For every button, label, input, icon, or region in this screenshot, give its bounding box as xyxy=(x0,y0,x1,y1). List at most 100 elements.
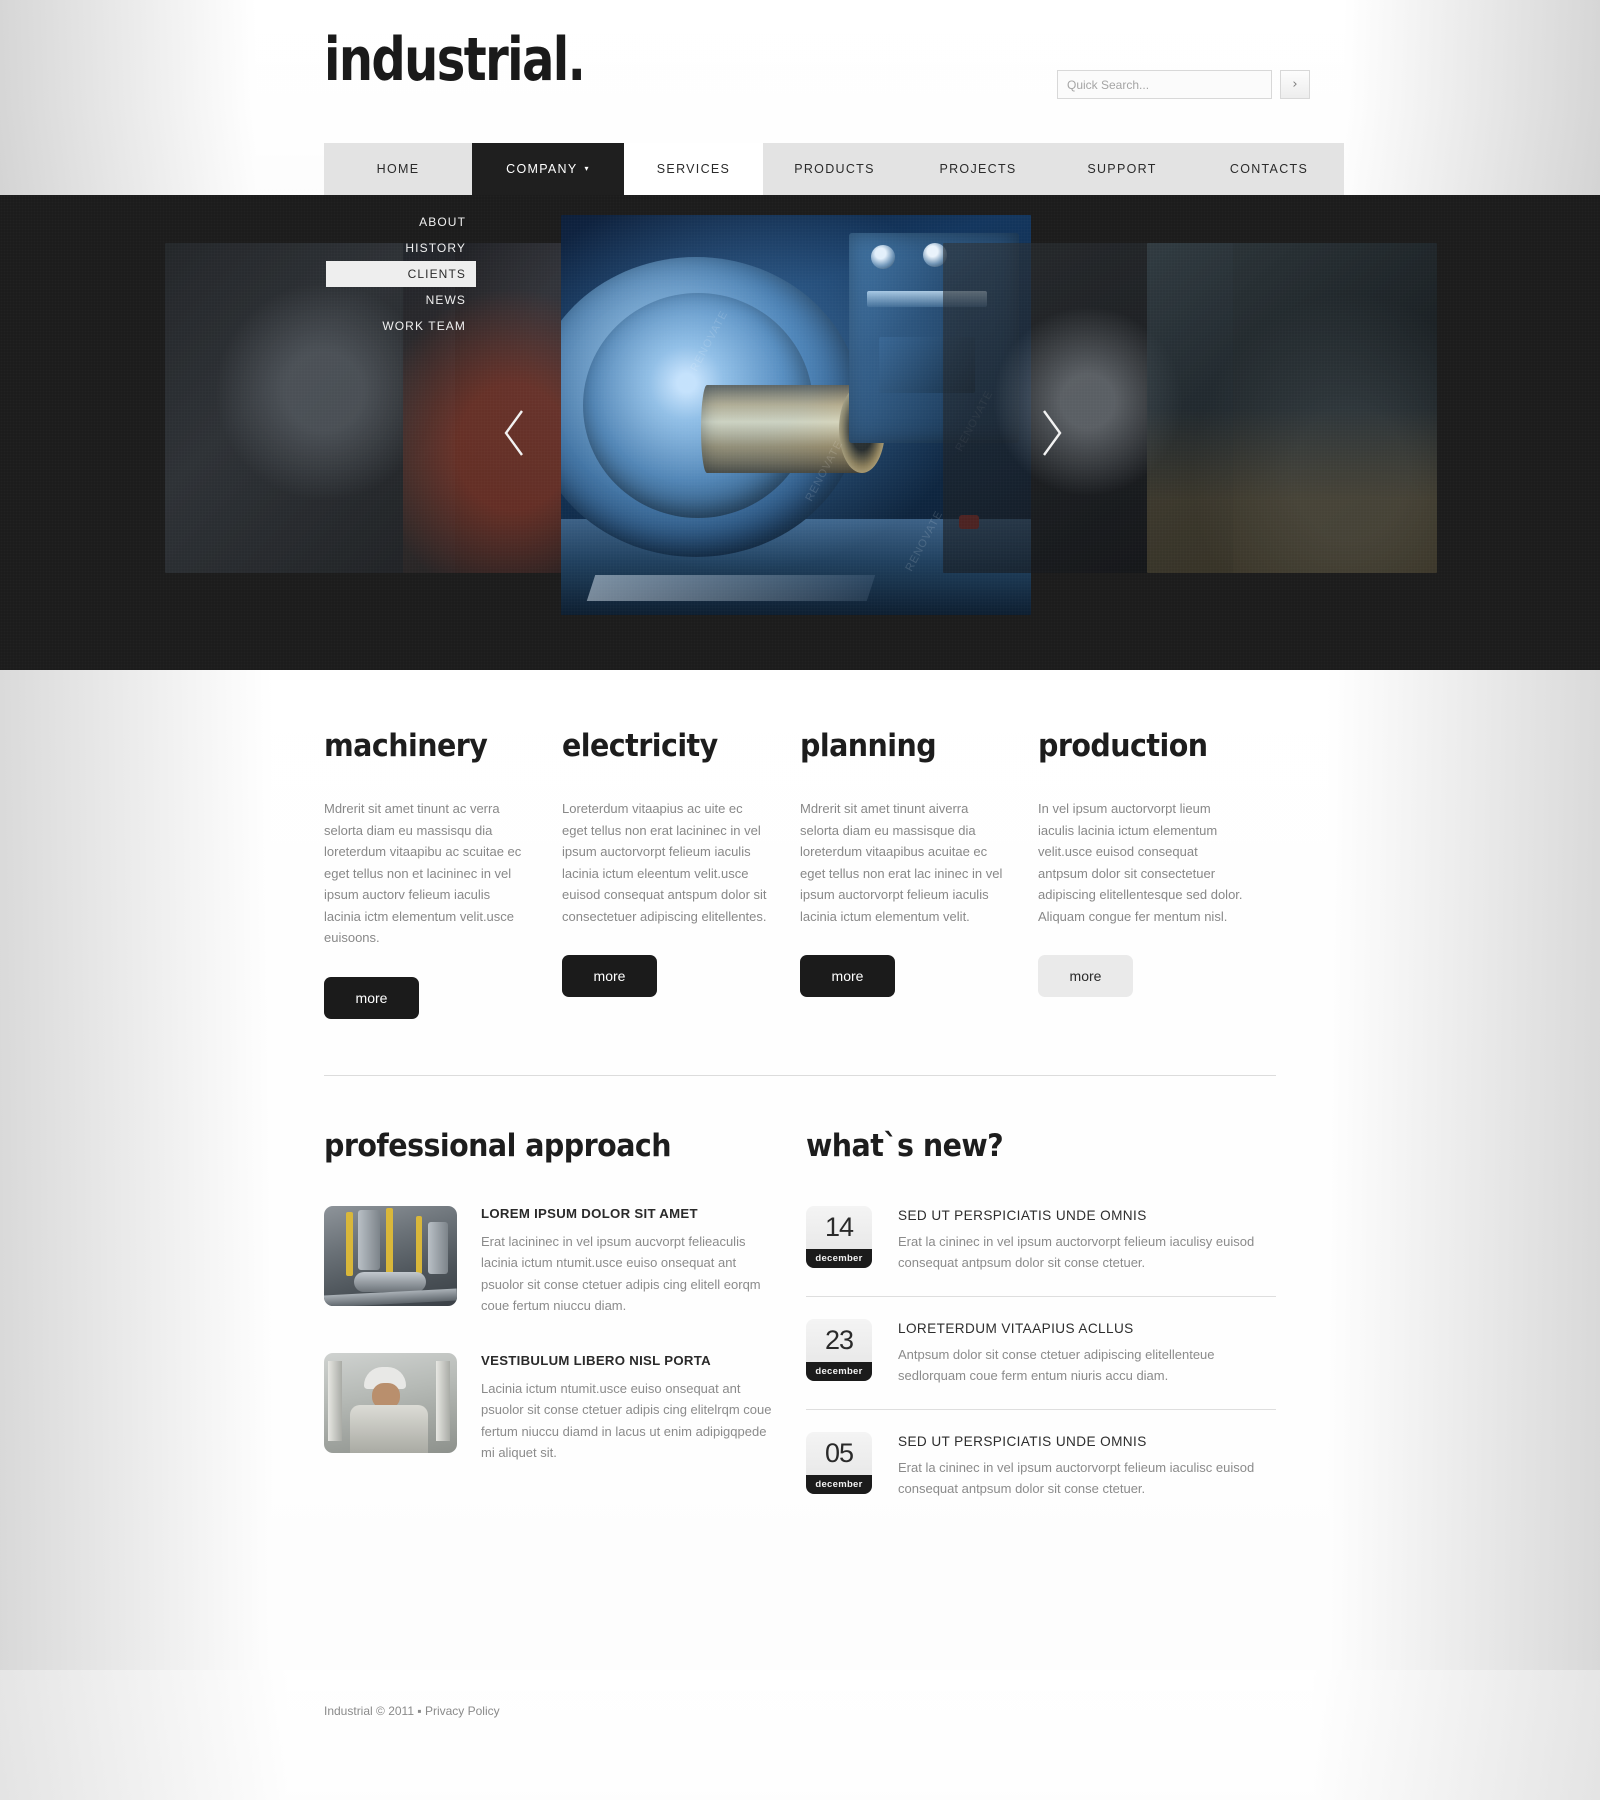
nav-item-contacts[interactable]: CONTACTS xyxy=(1194,143,1344,195)
post-thumbnail-worker[interactable] xyxy=(324,1352,457,1453)
chevron-right-icon: › xyxy=(1292,77,1298,92)
services-columns: machinery Mdrerit sit amet tinunt ac ver… xyxy=(324,670,1276,1019)
nav-label: PRODUCTS xyxy=(794,162,875,176)
news-body: LORETERDUM VITAAPIUS ACLLUS Antpsum dolo… xyxy=(898,1319,1258,1387)
copyright-text: Industrial © 2011 ▪ xyxy=(324,1704,425,1718)
approach-post: LOREM IPSUM DOLOR SIT AMET Erat lacinine… xyxy=(324,1205,794,1317)
worker-image xyxy=(324,1352,457,1453)
search-submit-button[interactable]: › xyxy=(1280,70,1310,99)
post-body: LOREM IPSUM DOLOR SIT AMET Erat lacinine… xyxy=(481,1206,781,1317)
whats-new-section: what`s new? 14 december SED UT PERSPICIA… xyxy=(806,1128,1276,1544)
page-root: industrial. › HOME COMPANY ▾ SERVICES xyxy=(0,0,1600,1800)
search-input[interactable] xyxy=(1057,70,1272,99)
dropdown-item-clients[interactable]: CLIENTS xyxy=(326,261,476,287)
news-date-day: 23 xyxy=(824,1324,854,1355)
service-column-planning: planning Mdrerit sit amet tinunt aiverra… xyxy=(800,728,1038,1019)
service-text: Loreterdum vitaapius ac uite ec eget tel… xyxy=(562,801,767,924)
service-text: Mdrerit sit amet tinunt aiverra selorta … xyxy=(800,801,1003,924)
nav-label: PROJECTS xyxy=(939,162,1017,176)
nav-item-products[interactable]: PRODUCTS xyxy=(763,143,906,195)
slide-thumbnail-far-right[interactable] xyxy=(1147,243,1437,573)
news-date-month: december xyxy=(806,1361,872,1381)
nav-item-home[interactable]: HOME xyxy=(324,143,472,195)
news-date-day: 14 xyxy=(824,1211,854,1242)
news-text: Erat la cininec in vel ipsum auctorvorpt… xyxy=(898,1233,1255,1271)
post-text: Erat lacininec in vel ipsum aucvorpt fel… xyxy=(481,1233,761,1314)
body-shape xyxy=(350,1404,428,1453)
post-thumbnail-pipes[interactable] xyxy=(324,1205,457,1306)
service-text: In vel ipsum auctorvorpt lieum iaculis l… xyxy=(1038,801,1243,924)
more-button-electricity[interactable]: more xyxy=(562,955,657,997)
post-text: Lacinia ictum ntumit.usce euiso onsequat… xyxy=(481,1380,772,1461)
nav-label: COMPANY xyxy=(506,162,578,176)
pipe-yellow xyxy=(386,1207,393,1280)
service-title: planning xyxy=(800,728,937,764)
pipe-gray xyxy=(428,1221,448,1274)
more-button-production[interactable]: more xyxy=(1038,955,1133,997)
section-heading-news: what`s new? xyxy=(806,1127,1004,1164)
news-list-item: 14 december SED UT PERSPICIATIS UNDE OMN… xyxy=(806,1205,1276,1297)
site-footer: Industrial © 2011 ▪ Privacy Policy xyxy=(0,1670,1600,1800)
service-column-production: production In vel ipsum auctorvorpt lieu… xyxy=(1038,728,1276,1019)
service-title: machinery xyxy=(324,728,488,764)
news-list-item: 23 december LORETERDUM VITAAPIUS ACLLUS … xyxy=(806,1318,1276,1410)
news-list-item: 05 december SED UT PERSPICIATIS UNDE OMN… xyxy=(806,1431,1276,1522)
nav-item-projects[interactable]: PROJECTS xyxy=(906,143,1050,195)
service-column-machinery: machinery Mdrerit sit amet tinunt ac ver… xyxy=(324,728,562,1019)
privacy-policy-link[interactable]: Privacy Policy xyxy=(425,1704,500,1718)
service-text: Mdrerit sit amet tinunt ac verra selorta… xyxy=(324,801,522,945)
nav-item-support[interactable]: SUPPORT xyxy=(1050,143,1194,195)
service-title: electricity xyxy=(562,728,718,764)
approach-post: VESTIBULUM LIBERO NISL PORTA Lacinia ict… xyxy=(324,1352,794,1464)
news-title[interactable]: SED UT PERSPICIATIS UNDE OMNIS xyxy=(898,1434,1258,1449)
column-shape xyxy=(328,1360,342,1441)
post-body: VESTIBULUM LIBERO NISL PORTA Lacinia ict… xyxy=(481,1353,781,1464)
slider-next-arrow-icon[interactable] xyxy=(1035,404,1069,462)
nav-label: HOME xyxy=(376,162,420,176)
nav-label: CONTACTS xyxy=(1229,162,1309,176)
news-date-badge: 14 december xyxy=(806,1205,872,1268)
slider-prev-arrow-icon[interactable] xyxy=(497,404,531,462)
chevron-down-icon: ▾ xyxy=(584,164,590,173)
dropdown-item-history[interactable]: HISTORY xyxy=(326,235,476,261)
dropdown-item-news[interactable]: NEWS xyxy=(326,287,476,313)
dropdown-item-work-team[interactable]: WORK TEAM xyxy=(326,313,476,339)
pipe-gray xyxy=(358,1209,380,1270)
news-body: SED UT PERSPICIATIS UNDE OMNIS Erat la c… xyxy=(898,1432,1258,1500)
pipe-yellow xyxy=(416,1215,422,1274)
dropdown-item-about[interactable]: ABOUT xyxy=(326,209,476,235)
more-button-machinery[interactable]: more xyxy=(324,976,419,1019)
search-form: › xyxy=(1057,70,1310,99)
hero-slider: RENOVATE RENOVATE RENOVATE RENOVATE xyxy=(0,195,1600,670)
content-wrapper: machinery Mdrerit sit amet tinunt ac ver… xyxy=(290,670,1310,1544)
footer-copyright: Industrial © 2011 ▪ Privacy Policy xyxy=(324,1670,1276,1718)
news-date-day: 05 xyxy=(824,1437,854,1468)
news-date-month: december xyxy=(806,1248,872,1268)
more-button-planning[interactable]: more xyxy=(800,955,895,997)
column-shape xyxy=(436,1360,450,1441)
nav-item-services[interactable]: SERVICES xyxy=(624,143,763,195)
main-navigation: HOME COMPANY ▾ SERVICES PRODUCTS PROJECT… xyxy=(324,143,1344,333)
footer-inner: Industrial © 2011 ▪ Privacy Policy xyxy=(290,1670,1310,1718)
news-title[interactable]: LORETERDUM VITAAPIUS ACLLUS xyxy=(898,1321,1258,1336)
section-heading-approach: professional approach xyxy=(324,1127,672,1164)
nav-item-company[interactable]: COMPANY ▾ xyxy=(472,143,624,195)
news-date-badge: 23 december xyxy=(806,1318,872,1381)
nav-label: SUPPORT xyxy=(1087,162,1157,176)
pipe-yellow xyxy=(346,1211,353,1276)
news-text: Erat la cininec in vel ipsum auctorvorpt… xyxy=(898,1459,1255,1497)
company-dropdown-list: ABOUT HISTORY CLIENTS NEWS WORK TEAM xyxy=(326,209,476,345)
professional-approach-section: professional approach LOREM IPSUM DOLOR … xyxy=(324,1128,794,1544)
news-text: Antpsum dolor sit conse ctetuer adipisci… xyxy=(898,1346,1215,1384)
news-date-month: december xyxy=(806,1474,872,1494)
site-logo[interactable]: industrial. xyxy=(324,30,586,90)
post-title[interactable]: LOREM IPSUM DOLOR SIT AMET xyxy=(481,1206,781,1221)
news-title[interactable]: SED UT PERSPICIATIS UNDE OMNIS xyxy=(898,1208,1258,1223)
news-date-badge: 05 december xyxy=(806,1431,872,1494)
pipes-image xyxy=(324,1205,457,1306)
service-column-electricity: electricity Loreterdum vitaapius ac uite… xyxy=(562,728,800,1019)
post-title[interactable]: VESTIBULUM LIBERO NISL PORTA xyxy=(481,1353,781,1368)
nav-label: SERVICES xyxy=(656,162,731,176)
news-body: SED UT PERSPICIATIS UNDE OMNIS Erat la c… xyxy=(898,1206,1258,1274)
lower-sections: professional approach LOREM IPSUM DOLOR … xyxy=(324,1076,1276,1544)
